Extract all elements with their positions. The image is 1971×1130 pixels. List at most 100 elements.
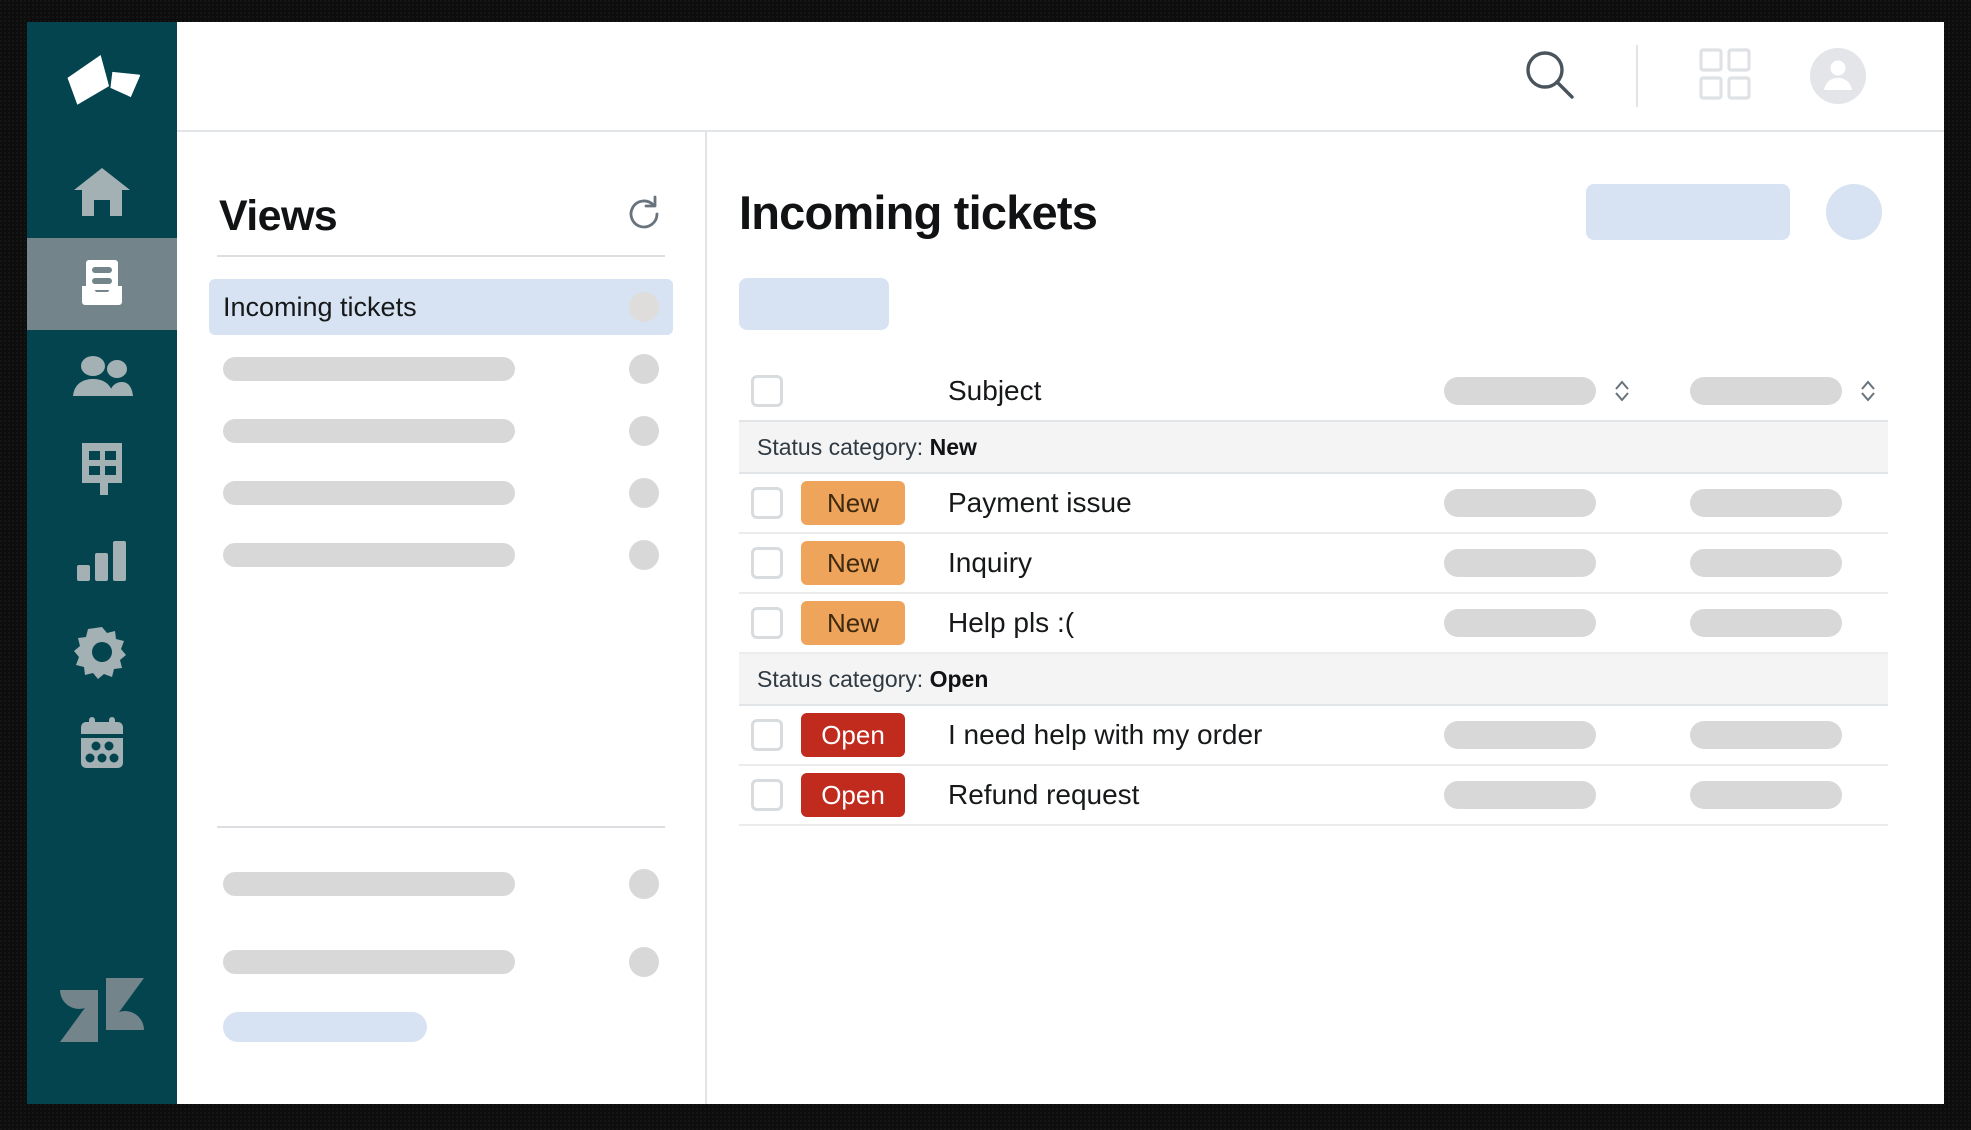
- row-subject[interactable]: Refund request: [924, 779, 1444, 811]
- view-count-placeholder: [629, 478, 659, 508]
- table-row[interactable]: New Payment issue: [739, 474, 1888, 534]
- table-header-row: Subject: [739, 362, 1888, 422]
- page-title: Incoming tickets: [739, 185, 1098, 239]
- view-label-placeholder: [223, 950, 515, 974]
- row-checkbox[interactable]: [751, 487, 783, 519]
- apps-button[interactable]: [1690, 41, 1760, 111]
- row-cell-placeholder-1: [1444, 781, 1642, 809]
- table-row[interactable]: New Help pls :(: [739, 594, 1888, 654]
- view-footer-item-placeholder[interactable]: [209, 934, 673, 990]
- row-status-cell: Open: [801, 773, 924, 817]
- view-item-placeholder[interactable]: [209, 465, 673, 521]
- status-group-header-new: Status category: New: [739, 422, 1888, 474]
- zendesk-agent-app: Views Incoming tickets Incoming tickets …: [27, 22, 1944, 1104]
- select-all-checkbox[interactable]: [751, 375, 783, 407]
- group-label: New: [929, 433, 977, 460]
- customers-people-icon: [71, 354, 133, 398]
- top-header-bar: [177, 22, 1944, 132]
- row-subject[interactable]: Payment issue: [924, 487, 1444, 519]
- cell-placeholder: [1690, 721, 1842, 749]
- search-button[interactable]: [1514, 41, 1584, 111]
- organizations-building-icon: [76, 441, 128, 495]
- row-checkbox[interactable]: [751, 607, 783, 639]
- row-select-cell[interactable]: [739, 547, 801, 579]
- table-row[interactable]: Open Refund request: [739, 766, 1888, 826]
- row-cell-placeholder-1: [1444, 549, 1642, 577]
- cell-placeholder: [1690, 489, 1842, 517]
- header-divider: [1636, 45, 1638, 107]
- rail-item-organizations[interactable]: [27, 422, 177, 514]
- rail-item-customers[interactable]: [27, 330, 177, 422]
- row-cell-placeholder-1: [1444, 721, 1642, 749]
- table-row[interactable]: Open I need help with my order: [739, 706, 1888, 766]
- main-header: Incoming tickets: [739, 184, 1888, 240]
- rail-item-admin[interactable]: [27, 606, 177, 698]
- view-label-placeholder: [223, 481, 515, 505]
- row-subject[interactable]: I need help with my order: [924, 719, 1444, 751]
- refresh-icon[interactable]: [625, 195, 663, 238]
- reporting-bar-chart-icon: [75, 539, 129, 581]
- row-status-cell: New: [801, 541, 924, 585]
- views-tray-icon: [74, 256, 130, 312]
- status-badge: New: [801, 481, 905, 525]
- row-select-cell[interactable]: [739, 607, 801, 639]
- row-cell-placeholder-2: [1690, 781, 1888, 809]
- cell-placeholder: [1690, 781, 1842, 809]
- row-checkbox[interactable]: [751, 779, 783, 811]
- cell-placeholder: [1444, 609, 1596, 637]
- row-checkbox[interactable]: [751, 719, 783, 751]
- row-status-cell: New: [801, 601, 924, 645]
- views-header: Views: [209, 132, 673, 255]
- rail-item-home[interactable]: [27, 146, 177, 238]
- primary-action-placeholder[interactable]: [1586, 184, 1790, 240]
- view-count-placeholder: [629, 354, 659, 384]
- row-select-cell[interactable]: [739, 487, 801, 519]
- status-badge: Open: [801, 773, 905, 817]
- row-cell-placeholder-2: [1690, 489, 1888, 517]
- row-cell-placeholder-1: [1444, 609, 1642, 637]
- column-header-placeholder-1[interactable]: [1444, 377, 1642, 405]
- cell-placeholder: [1690, 609, 1842, 637]
- left-nav-rail: [27, 22, 177, 1104]
- row-cell-placeholder-2: [1690, 721, 1888, 749]
- row-cell-placeholder-2: [1690, 549, 1888, 577]
- rail-item-calendar[interactable]: [27, 698, 177, 790]
- group-prefix: Status category:: [757, 665, 924, 692]
- view-item-placeholder[interactable]: [209, 527, 673, 583]
- sort-chevrons-icon[interactable]: [1858, 377, 1878, 405]
- select-all-cell[interactable]: [739, 375, 801, 407]
- sort-chevrons-icon[interactable]: [1612, 377, 1632, 405]
- rail-item-views[interactable]: [27, 238, 177, 330]
- views-footer-action-placeholder[interactable]: [223, 1012, 427, 1042]
- tab-placeholder[interactable]: [739, 278, 889, 330]
- row-checkbox[interactable]: [751, 547, 783, 579]
- secondary-action-placeholder[interactable]: [1826, 184, 1882, 240]
- view-footer-item-placeholder[interactable]: [209, 856, 673, 912]
- view-count-placeholder: [629, 947, 659, 977]
- row-select-cell[interactable]: [739, 779, 801, 811]
- view-item-placeholder[interactable]: [209, 403, 673, 459]
- status-group-header-open: Status category: Open: [739, 654, 1888, 706]
- product-logo-mark[interactable]: [27, 22, 177, 146]
- user-avatar-icon: [1818, 54, 1858, 99]
- row-subject[interactable]: Help pls :(: [924, 607, 1444, 639]
- view-count-placeholder: [629, 540, 659, 570]
- avatar[interactable]: [1810, 48, 1866, 104]
- view-item-count-placeholder: [629, 292, 659, 322]
- row-cell-placeholder-1: [1444, 489, 1642, 517]
- column-header-placeholder-2[interactable]: [1690, 377, 1888, 405]
- apps-grid-icon: [1698, 47, 1752, 106]
- rail-item-reporting[interactable]: [27, 514, 177, 606]
- view-item-incoming-tickets[interactable]: Incoming tickets: [209, 279, 673, 335]
- row-select-cell[interactable]: [739, 719, 801, 751]
- row-status-cell: New: [801, 481, 924, 525]
- views-footer: [209, 826, 673, 1042]
- view-label-placeholder: [223, 872, 515, 896]
- view-item-placeholder[interactable]: [209, 341, 673, 397]
- table-row[interactable]: New Inquiry: [739, 534, 1888, 594]
- cell-placeholder: [1444, 549, 1596, 577]
- views-title: Views: [219, 192, 338, 240]
- row-subject[interactable]: Inquiry: [924, 547, 1444, 579]
- subject-column-header[interactable]: Subject: [924, 375, 1444, 407]
- view-label-placeholder: [223, 357, 515, 381]
